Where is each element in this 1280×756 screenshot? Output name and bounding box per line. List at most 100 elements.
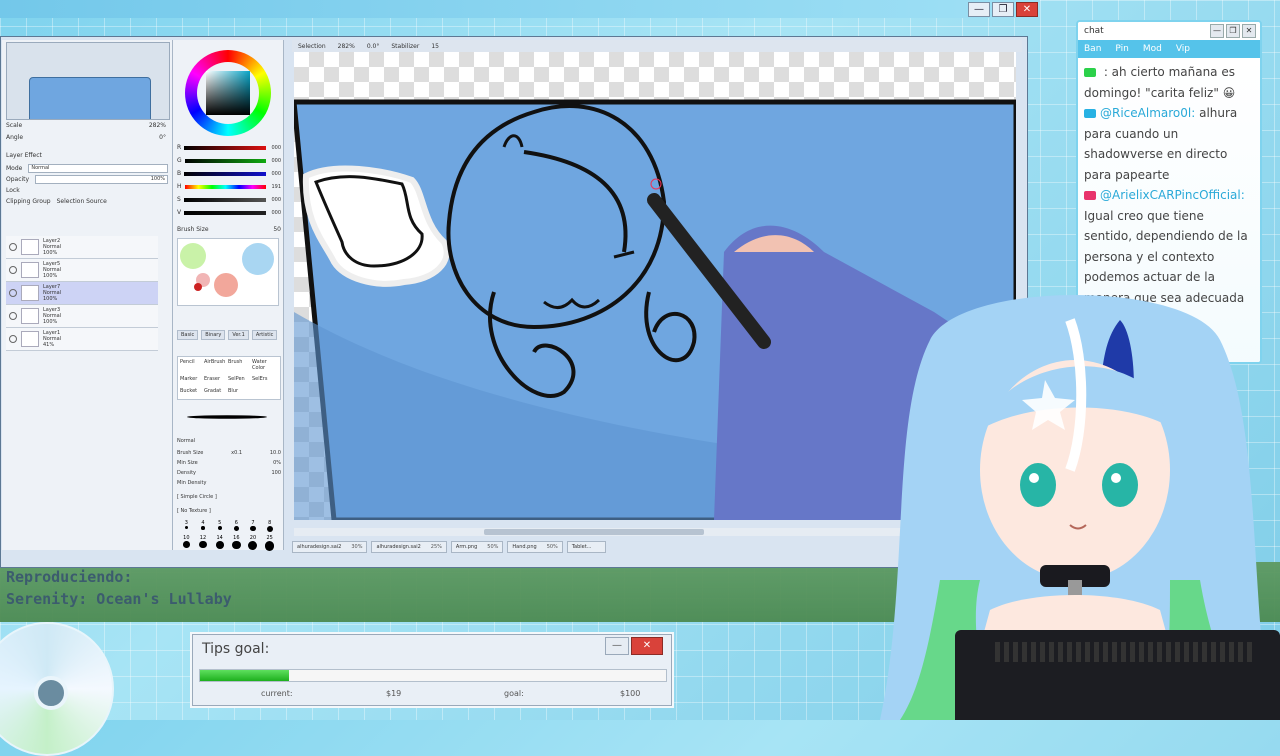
file-tab[interactable]: alhuradesign.sai2 30% [292,541,368,553]
brush-size-header-value[interactable]: 50 [273,226,281,233]
brush-size-preset[interactable]: 5 [212,520,227,532]
tips-progress-bar [199,669,667,682]
color-slider-value[interactable]: 191 [269,184,281,190]
brush-mode[interactable]: Normal [177,438,195,444]
file-tab[interactable]: Hand.png 50% [507,541,563,553]
brush-tool-item[interactable]: Brush [228,359,250,374]
color-slider[interactable] [184,210,266,215]
chat-tab[interactable]: Mod [1143,44,1162,54]
color-slider-value[interactable]: 000 [269,171,281,177]
mode-select[interactable]: Normal [28,164,168,173]
brush-size-preset[interactable]: 3 [179,520,194,532]
brush-dot-icon [266,526,273,532]
maximize-button[interactable]: ❐ [992,2,1014,17]
brush-shape-select[interactable]: [ Simple Circle ] [177,494,217,500]
color-slider[interactable] [184,184,266,189]
layer-item[interactable]: Layer5 Normal 100% [6,259,158,282]
color-wheel[interactable] [185,50,271,136]
visibility-eye-icon[interactable] [9,266,17,274]
chat-username[interactable]: @ArielixCARPincOfficial: [1100,188,1245,202]
brush-size-preset[interactable]: 25 [262,535,277,551]
swatch-red[interactable] [194,283,202,291]
brush-size-preset[interactable]: 16 [229,535,244,551]
brush-tool-item[interactable]: Pencil [180,359,202,374]
color-slider[interactable] [183,197,266,202]
zoom-value[interactable]: 282% [338,43,355,50]
brush-tool-item[interactable]: Bucket [180,388,202,397]
brush-size-preset[interactable]: 6 [229,520,244,532]
brush-tool-item[interactable]: SelPen [228,376,250,385]
layer-item[interactable]: Layer1 Normal 41% [6,328,158,351]
brush-size-value[interactable]: 10.0 [270,450,281,456]
chat-minimize-button[interactable]: — [1210,24,1224,38]
layer-item[interactable]: Layer7 Normal 100% [6,282,158,305]
visibility-eye-icon[interactable] [9,243,17,251]
minimize-button[interactable]: — [968,2,990,17]
layer-thumbnail [21,285,39,301]
tool-tab[interactable]: Ver.1 [228,330,249,340]
brush-tool-item[interactable]: AirBrush [204,359,226,374]
selection-source-checkbox[interactable]: Selection Source [57,198,107,205]
layer-item[interactable]: Layer2 Normal 100% [6,236,158,259]
chat-username[interactable]: @RiceAlmaro0l: [1100,106,1195,120]
canvas-scroll-thumb[interactable] [484,529,704,535]
visibility-eye-icon[interactable] [9,335,17,343]
now-playing-label: Reproduciendo: [6,568,133,586]
density-value[interactable]: 100 [271,470,281,476]
brush-size-preset[interactable]: 12 [196,535,211,551]
min-size-value[interactable]: 0% [273,460,281,466]
tool-tab[interactable]: Basic [177,330,199,340]
swatch-blue[interactable] [242,243,274,275]
angle-value[interactable]: 0° [159,134,166,141]
brush-size-preset[interactable]: 4 [196,520,211,532]
brush-tool-item[interactable]: Blur [228,388,250,397]
brush-size-preset-label: 14 [216,535,223,541]
tool-tab[interactable]: Binary [201,330,226,340]
brush-size-preset[interactable]: 7 [246,520,261,532]
brush-size-preset[interactable]: 10 [179,535,194,551]
chat-tab[interactable]: Vip [1176,44,1190,54]
brush-size-mult[interactable]: x0.1 [231,450,242,456]
brush-tool-item[interactable]: SelErs [252,376,274,385]
visibility-eye-icon[interactable] [9,312,17,320]
color-slider-value[interactable]: 000 [269,158,281,164]
color-slider-value[interactable]: 000 [269,197,281,203]
tips-close-button[interactable]: ✕ [631,637,663,655]
layer-item[interactable]: Layer3 Normal 100% [6,305,158,328]
file-tab[interactable]: Tablet... [566,541,607,553]
tips-minimize-button[interactable]: — [605,637,629,655]
swatch-salmon[interactable] [214,273,238,297]
stabilizer-value[interactable]: 15 [431,43,439,50]
color-slider[interactable] [184,145,266,150]
selection-label[interactable]: Selection [298,43,326,50]
file-tab[interactable]: Arm.png 50% [450,541,504,553]
brush-size-preset[interactable]: 20 [246,535,261,551]
color-slider[interactable] [184,171,266,176]
brush-size-preset[interactable]: 8 [262,520,277,532]
color-slider-value[interactable]: 000 [269,210,281,216]
angle-field[interactable]: 0.0° [367,43,380,50]
chat-maximize-button[interactable]: ❐ [1226,24,1240,38]
color-square[interactable] [206,71,250,115]
scale-value[interactable]: 282% [149,122,166,129]
navigator-preview[interactable] [6,42,170,120]
opacity-slider[interactable]: 100% [35,175,168,184]
chat-tab[interactable]: Ban [1084,44,1101,54]
tool-tab[interactable]: Artistic [251,330,278,340]
brush-tool-item[interactable]: Marker [180,376,202,385]
brush-tool-item[interactable]: Eraser [204,376,226,385]
brush-tool-item[interactable]: Water Color [252,359,274,374]
brush-tool-item[interactable]: Gradat [204,388,226,397]
chat-tab[interactable]: Pin [1115,44,1128,54]
swatch-green[interactable] [180,243,206,269]
chat-close-button[interactable]: ✕ [1242,24,1256,38]
brush-size-preset[interactable]: 14 [212,535,227,551]
brush-texture-select[interactable]: [ No Texture ] [177,508,211,514]
file-tab[interactable]: alhuradesign.sai2 25% [371,541,447,553]
color-slider-value[interactable]: 000 [269,145,281,151]
swatch-palette[interactable] [177,238,279,306]
clipping-group-checkbox[interactable]: Clipping Group [6,198,51,205]
color-slider[interactable] [184,158,266,163]
close-button[interactable]: ✕ [1016,2,1038,17]
visibility-eye-icon[interactable] [9,289,17,297]
